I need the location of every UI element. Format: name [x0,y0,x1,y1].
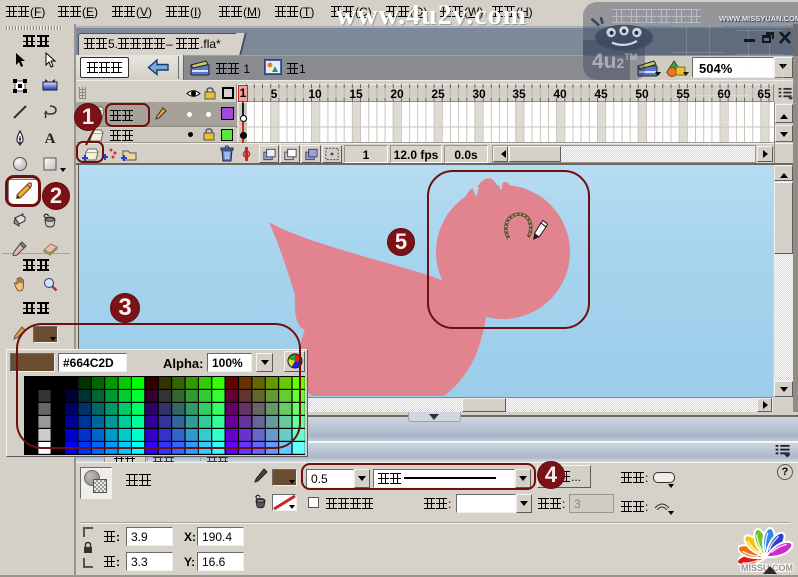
svg-text:A: A [45,131,56,146]
